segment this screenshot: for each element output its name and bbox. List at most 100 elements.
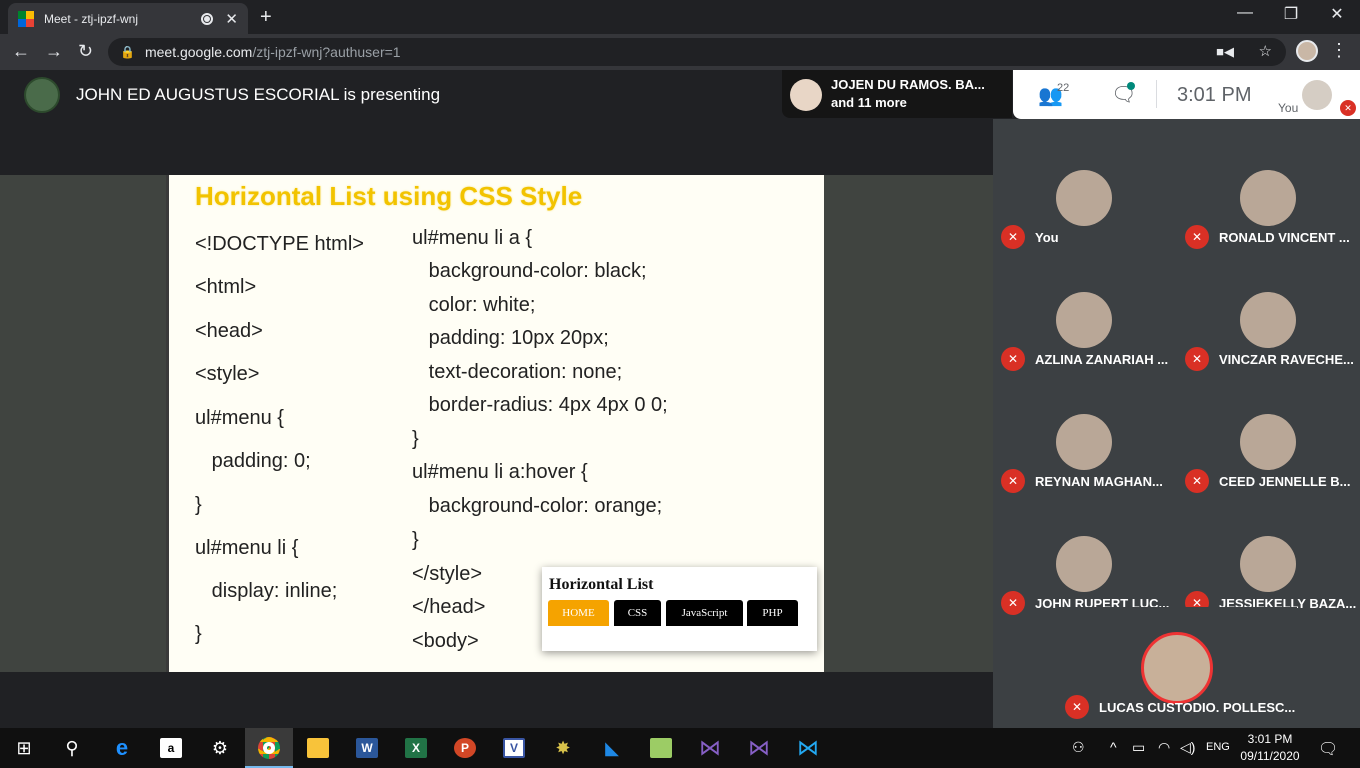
volume-icon[interactable]: ◁) — [1180, 739, 1195, 756]
participant-avatar — [1240, 170, 1296, 226]
mic-off-icon: ✕ — [1001, 469, 1025, 493]
browser-tabstrip: Meet - ztj-ipzf-wnj ✕ + — ❐ ✕ — [0, 0, 1360, 34]
code-line: ul#menu { — [195, 407, 284, 429]
code-line: ul#menu li { — [195, 537, 299, 559]
taskbar-word[interactable]: W — [343, 728, 391, 768]
visio-icon: V — [503, 738, 525, 758]
participant-tile[interactable]: ✕ RONALD VINCENT ... — [1177, 137, 1360, 259]
participant-avatar — [1056, 170, 1112, 226]
taskbar-vscode[interactable]: ⋈ — [784, 728, 832, 768]
code-line: padding: 0; — [195, 450, 311, 472]
amazon-icon: a — [160, 738, 182, 758]
address-bar[interactable]: 🔒 meet.google.com/ztj-ipzf-wnj?authuser=… — [108, 38, 1286, 66]
code-line: } — [195, 494, 202, 516]
reload-icon[interactable]: ↻ — [78, 41, 93, 62]
camera-permission-icon[interactable]: ■◀ — [1216, 44, 1234, 60]
mic-off-icon: ✕ — [1185, 469, 1209, 493]
tab-close-icon[interactable]: ✕ — [225, 10, 238, 28]
minimize-icon[interactable]: — — [1222, 4, 1268, 22]
bookmark-star-icon[interactable]: ☆ — [1259, 42, 1272, 60]
folder-icon — [307, 738, 329, 758]
participant-name: REYNAN MAGHAN... — [1035, 474, 1163, 489]
code-line: text-decoration: none; — [412, 361, 623, 383]
start-button[interactable]: ⊞ — [0, 728, 48, 768]
code-line: display: inline; — [195, 580, 338, 602]
taskbar-powerpoint[interactable]: P — [441, 728, 489, 768]
url-path: /ztj-ipzf-wnj?authuser=1 — [252, 44, 401, 60]
taskbar-visual-studio[interactable]: ⋈ — [686, 728, 734, 768]
taskbar-visio[interactable]: V — [490, 728, 538, 768]
browser-toolbar: ← → ↻ 🔒 meet.google.com/ztj-ipzf-wnj?aut… — [0, 34, 1360, 70]
language-indicator[interactable]: ENG — [1206, 741, 1230, 753]
notification-icon[interactable]: 🗨 — [1318, 739, 1338, 759]
people-tray-icon[interactable]: ⚇ — [1072, 739, 1085, 756]
taskbar-clock[interactable]: 3:01 PM 09/11/2020 — [1240, 731, 1300, 765]
shark-icon: ◣ — [605, 737, 619, 758]
participant-tile[interactable]: ✕ AZLINA ZANARIAH ... — [993, 259, 1176, 381]
code-line: } — [412, 428, 419, 450]
taskbar-settings[interactable]: ⚙ — [196, 728, 244, 768]
new-tab-icon[interactable]: + — [260, 6, 272, 29]
speaker-more: and 11 more — [831, 95, 907, 110]
search-icon: ⚲ — [65, 737, 79, 758]
participant-name: RONALD VINCENT ... — [1219, 230, 1350, 245]
taskbar-chrome[interactable] — [245, 728, 293, 768]
meet-window: JOHN ED AUGUSTUS ESCORIAL is presenting … — [0, 70, 1360, 728]
people-count: 22 — [1057, 82, 1070, 94]
participant-name: AZLINA ZANARIAH ... — [1035, 352, 1169, 367]
recording-indicator-icon — [201, 12, 214, 25]
speaker-avatar — [790, 79, 822, 111]
taskbar-file-explorer[interactable] — [294, 728, 342, 768]
participant-tile[interactable]: ✕ You — [993, 137, 1176, 259]
demo-home-button: HOME — [548, 600, 609, 626]
code-line: <style> — [195, 363, 260, 385]
participant-name: CEED JENNELLE B... — [1219, 474, 1351, 489]
profile-avatar[interactable] — [1296, 40, 1318, 62]
clock-date: 09/11/2020 — [1240, 749, 1300, 763]
notepad-icon — [650, 738, 672, 758]
code-line: <html> — [195, 276, 257, 298]
mic-off-icon: ✕ — [1065, 695, 1089, 719]
presentation-footer — [0, 672, 993, 728]
chevron-up-icon[interactable]: ^ — [1110, 739, 1117, 755]
taskbar-edge[interactable]: e — [98, 728, 146, 768]
edge-icon: e — [115, 735, 129, 760]
meet-top-controls: 👥 22 🗨 3:01 PM You ✕ — [1013, 70, 1360, 119]
taskbar-visual-studio-2[interactable]: ⋈ — [735, 728, 783, 768]
participant-tile[interactable]: ✕ VINCZAR RAVECHE... — [1177, 259, 1360, 381]
code-line: <!DOCTYPE html> — [195, 233, 364, 255]
forward-icon[interactable]: → — [45, 41, 63, 62]
browser-tab-meet[interactable]: Meet - ztj-ipzf-wnj ✕ — [8, 3, 248, 34]
participant-tile[interactable]: ✕ CEED JENNELLE B... — [1177, 381, 1360, 503]
participant-name: LUCAS CUSTODIO. POLLESC... — [1099, 700, 1296, 715]
url-host: meet.google.com — [144, 44, 253, 60]
back-icon[interactable]: ← — [12, 41, 30, 62]
visual-studio-icon: ⋈ — [748, 735, 770, 760]
browser-menu-icon[interactable]: ⋮ — [1330, 40, 1348, 61]
code-line: background-color: black; — [412, 260, 647, 282]
taskbar-app-blue[interactable]: ◣ — [588, 728, 636, 768]
self-avatar[interactable] — [1302, 80, 1332, 110]
taskbar-amazon[interactable]: a — [147, 728, 195, 768]
taskbar-app[interactable]: ✸ — [539, 728, 587, 768]
participant-avatar — [1240, 414, 1296, 470]
taskbar-excel[interactable]: X — [392, 728, 440, 768]
restore-icon[interactable]: ❐ — [1268, 4, 1314, 24]
code-line: background-color: orange; — [412, 495, 663, 517]
featured-participant-tile[interactable]: ✕ LUCAS CUSTODIO. POLLESC... — [1057, 607, 1297, 728]
participant-tile[interactable]: ✕ REYNAN MAGHAN... — [993, 381, 1176, 503]
taskbar-notepad[interactable] — [637, 728, 685, 768]
search-button[interactable]: ⚲ — [48, 728, 96, 768]
presenting-label: JOHN ED AUGUSTUS ESCORIAL is presenting — [76, 85, 441, 104]
wifi-icon[interactable]: ◠ — [1158, 739, 1170, 756]
battery-icon[interactable]: ▭ — [1132, 739, 1145, 756]
presentation-slide: Horizontal List using CSS Style <!DOCTYP… — [166, 175, 824, 672]
lock-icon[interactable]: 🔒 — [120, 45, 135, 59]
app-icon: ✸ — [555, 737, 571, 758]
word-icon: W — [356, 738, 378, 758]
code-line: <body> — [412, 630, 479, 652]
close-window-icon[interactable]: ✕ — [1314, 4, 1360, 24]
slide-title: Horizontal List using CSS Style — [195, 181, 583, 211]
windows-logo-icon: ⊞ — [16, 737, 32, 758]
participant-avatar — [1240, 536, 1296, 592]
